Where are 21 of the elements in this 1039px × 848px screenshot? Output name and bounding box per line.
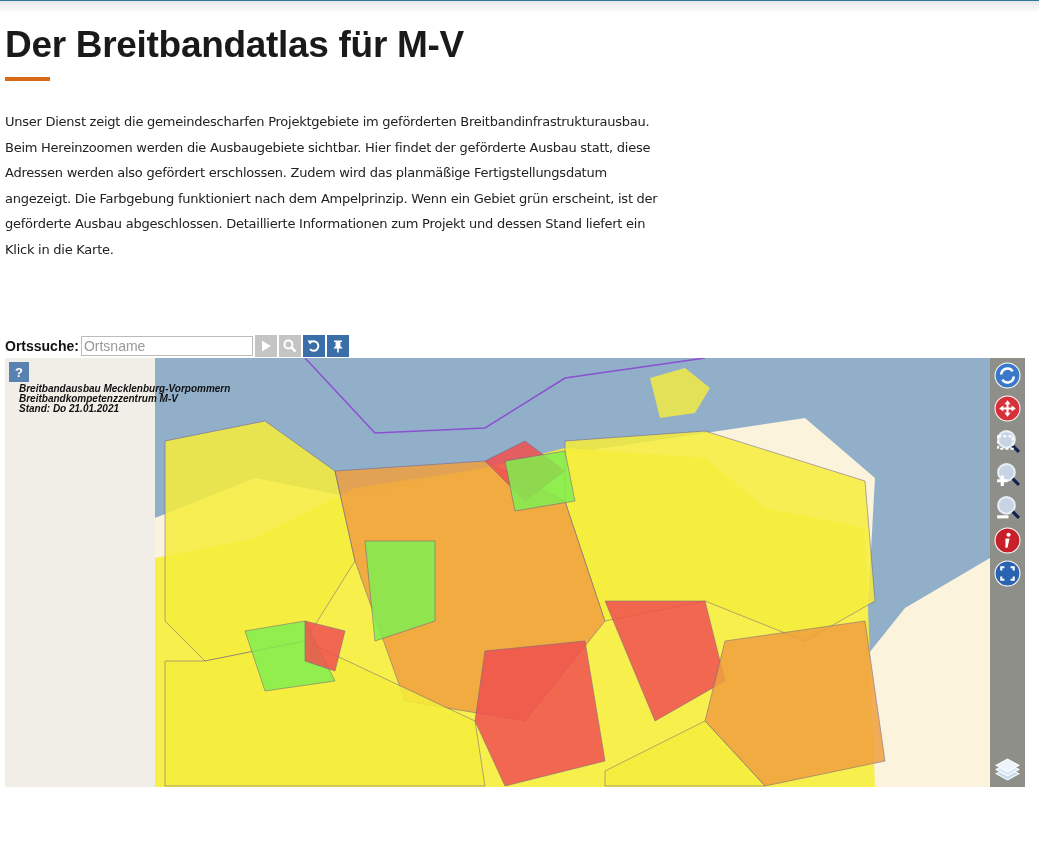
zoom-out-icon[interactable] [994,494,1021,521]
zoom-in-icon[interactable] [994,461,1021,488]
pin-button[interactable] [326,335,349,357]
info-icon[interactable] [994,527,1021,554]
reset-icon [305,338,322,354]
search-icon [281,338,298,354]
map-legend-text: Breitbandausbau Mecklenburg-Vorpommern [19,384,231,394]
zoom-box-icon[interactable] [994,428,1021,455]
place-search-field[interactable]: Ortsname [80,336,253,356]
map-legend-text: Breitbandkompetenzzentrum M-V [19,394,179,404]
help-button[interactable]: ? [9,362,29,382]
reset-button[interactable] [302,335,325,357]
layers-icon[interactable] [994,756,1021,783]
page-title: Der Breitbandatlas für M-V [5,23,465,67]
fullscreen-icon[interactable] [994,560,1021,587]
intro-paragraph: Unser Dienst zeigt die gemeindescharfen Projektgebiete im geförderten Breitbandinfrastrukturausbau. Beim Hereinzoomen werden die Ausbaugebiete sichtbar. Hier findet der geförderte Ausbau statt, diese Adressen werden also gefördert erschlossen. Zudem wird das planmäßige Fertigstellungsdatum angezeigt. Die Farbgebung funktioniert nach dem Ampelprinzip. Wenn ein Gebiet grün erscheint, ist der geförderte Ausbau abgeschlossen. Detaillierte Informationen zum Projekt und dessen Stand liefert ein Klick in die Karte. [5,113,659,259]
pan-arrows-icon[interactable] [994,395,1021,422]
refresh-icon[interactable] [994,362,1021,389]
title-underline [5,77,50,81]
map-legend-text: Stand: Do 21.01.2021 [19,404,120,414]
search-label: Ortssuche: [5,338,79,354]
